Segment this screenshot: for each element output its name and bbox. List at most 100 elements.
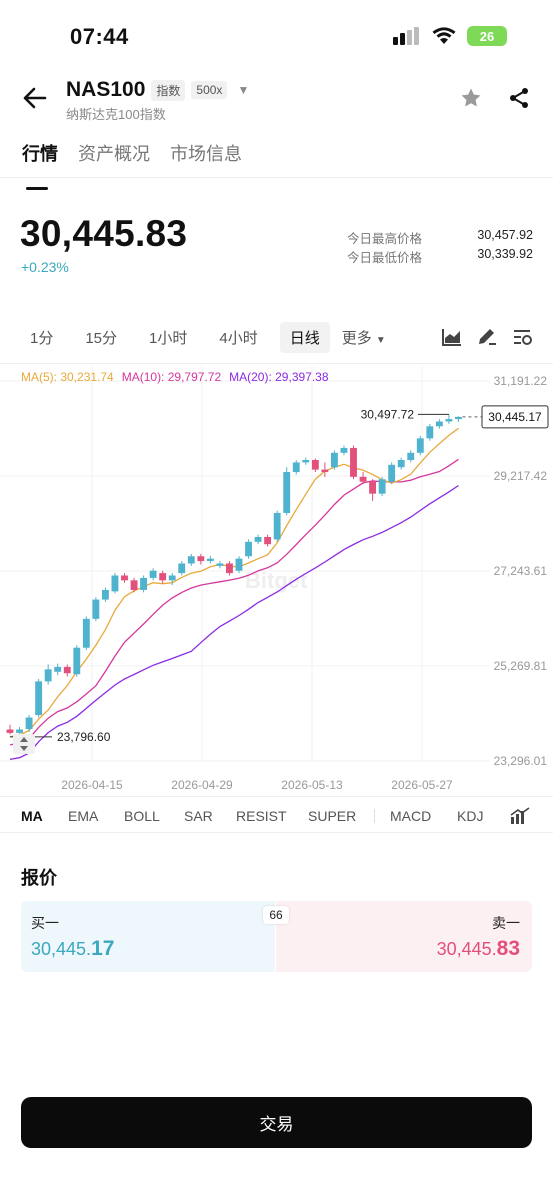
leverage-tag: 500x	[191, 81, 228, 99]
bid-box[interactable]: 买一 30,445.17	[21, 901, 275, 972]
last-price: 30,445.83	[20, 213, 188, 254]
candle-body	[292, 462, 300, 473]
high-marker-label: 30,497.72	[361, 407, 415, 421]
symbol-name: NAS100	[66, 78, 146, 101]
candle-body	[426, 426, 434, 439]
quote-title: 报价	[21, 868, 57, 888]
interval-1m[interactable]: 1分	[20, 322, 63, 353]
y-tick-label: 29,217.42	[494, 469, 548, 483]
day-low-label: 今日最低价格	[347, 251, 423, 265]
candle-body	[283, 472, 291, 513]
indicator-separator	[374, 809, 375, 823]
price-change: +0.23%	[21, 259, 69, 275]
ma20-line	[9, 484, 459, 761]
candle-body	[63, 666, 71, 674]
candle-body	[369, 481, 377, 494]
x-tick-label: 2026-05-27	[391, 778, 453, 792]
status-bar: 07:44 26	[0, 0, 553, 70]
interval-more[interactable]: 更多 ▼	[342, 327, 386, 348]
candle-body	[311, 459, 319, 470]
cellular-signal-icon	[393, 27, 419, 45]
ask-box[interactable]: 卖一 30,445.83	[276, 901, 532, 972]
candle-body	[111, 575, 119, 592]
candle-body	[416, 438, 424, 453]
candle-body	[73, 647, 81, 675]
day-high-label: 今日最高价格	[347, 232, 423, 246]
ma20-legend: MA(20): 29,397.38	[229, 370, 329, 384]
indicator-settings-icon[interactable]	[510, 807, 530, 825]
indicator-sar[interactable]: SAR	[184, 808, 213, 824]
symbol-title[interactable]: NAS100 指数 500x ▼	[66, 78, 249, 102]
tab-bar: 行情 资产概况 市场信息	[22, 140, 242, 190]
candle-body	[54, 666, 62, 672]
price-chart[interactable]: 31,191.22 29,217.42 27,243.61 25,269.81 23,2…	[0, 366, 553, 796]
share-icon[interactable]	[507, 86, 531, 110]
bid-label: 买一	[31, 915, 59, 931]
candle-body	[435, 421, 443, 427]
candle-body	[197, 556, 205, 562]
interval-1d[interactable]: 日线	[279, 322, 330, 353]
bid-price-suffix: 17	[91, 937, 115, 960]
back-arrow-icon[interactable]	[20, 84, 48, 112]
candle-body	[101, 589, 109, 600]
indicator-bar: MA EMA BOLL SAR RESIST SUPER MACD KDJ	[0, 800, 553, 832]
drawing-tool-icon[interactable]	[476, 327, 498, 347]
interval-15m[interactable]: 15分	[75, 322, 127, 353]
chart-settings-icon[interactable]	[512, 327, 534, 347]
candle-body	[340, 447, 348, 453]
indicator-ma[interactable]: MA	[21, 808, 43, 824]
candle-body	[378, 479, 386, 494]
current-price-label: 30,445.17	[488, 410, 542, 424]
symbol-dropdown-icon[interactable]: ▼	[237, 83, 249, 97]
candle-body	[407, 452, 415, 460]
trade-button[interactable]: 交易	[21, 1097, 532, 1148]
candle-body	[25, 717, 33, 730]
indicator-kdj[interactable]: KDJ	[457, 808, 483, 824]
interval-1h[interactable]: 1小时	[139, 322, 197, 353]
candle-body	[350, 447, 357, 477]
candle-body	[330, 452, 338, 468]
ma-legend: MA(5): 30,231.74 MA(10): 29,797.72 MA(20…	[21, 370, 329, 384]
chart-type-icon[interactable]	[441, 327, 463, 347]
ask-price-prefix: 30,445.	[436, 939, 497, 959]
candle-body	[92, 599, 100, 619]
candle-body	[226, 563, 233, 574]
tab-market[interactable]: 行情	[22, 140, 58, 190]
symbol-type-tag: 指数	[151, 79, 186, 101]
ask-price-suffix: 83	[496, 937, 520, 960]
tab-assets[interactable]: 资产概况	[78, 140, 150, 176]
y-tick-label: 25,269.81	[494, 659, 548, 673]
candle-body	[397, 459, 405, 468]
chevron-down-icon: ▼	[375, 335, 386, 346]
candle-body	[235, 558, 243, 571]
chart-top-divider	[0, 363, 553, 364]
indicator-macd[interactable]: MACD	[390, 808, 431, 824]
candle-body	[321, 469, 329, 473]
indicator-resist[interactable]: RESIST	[236, 808, 287, 824]
candle-body	[264, 537, 272, 545]
day-high-value: 30,457.92	[477, 228, 533, 242]
candle-body	[359, 476, 367, 482]
indicator-super[interactable]: SUPER	[308, 808, 356, 824]
candle-body	[149, 570, 157, 578]
candle-body	[187, 556, 195, 564]
spread-badge: 66	[263, 906, 289, 924]
indicator-boll[interactable]: BOLL	[124, 808, 160, 824]
favorite-star-icon[interactable]	[459, 86, 483, 110]
status-time: 07:44	[70, 24, 129, 49]
candle-body	[130, 580, 138, 590]
interval-4h[interactable]: 4小时	[209, 322, 267, 353]
candle-body	[140, 577, 148, 590]
candle-body	[388, 464, 396, 482]
y-tick-label: 31,191.22	[494, 374, 548, 388]
indicator-ema[interactable]: EMA	[68, 808, 98, 824]
tab-market-info[interactable]: 市场信息	[170, 140, 242, 176]
candle-body	[273, 512, 281, 540]
y-tick-label: 23,296.01	[494, 754, 548, 768]
low-marker-label: 23,796.60	[57, 730, 111, 744]
candle-body	[206, 558, 214, 562]
indicator-top-divider	[0, 796, 553, 797]
candle-body	[302, 459, 310, 463]
interval-bar: 1分 15分 1小时 4小时 日线 更多 ▼	[20, 322, 386, 353]
x-tick-label: 2026-04-29	[171, 778, 233, 792]
